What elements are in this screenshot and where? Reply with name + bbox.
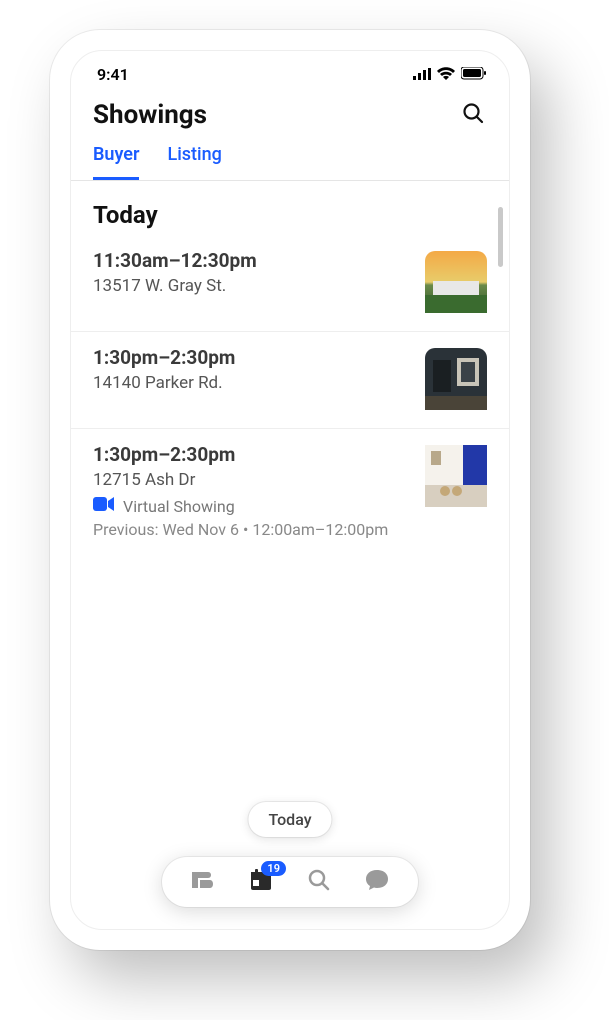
showing-time: 1:30pm–2:30pm bbox=[93, 346, 413, 369]
previous-showing: Previous: Wed Nov 6 • 12:00am–12:00pm bbox=[93, 520, 413, 539]
showing-row[interactable]: 11:30am–12:30pm 13517 W. Gray St. bbox=[71, 235, 509, 332]
page-title: Showings bbox=[93, 100, 207, 130]
nav-home[interactable] bbox=[190, 869, 216, 895]
app-screen: 9:41 Showings Buyer bbox=[70, 50, 510, 930]
showing-time: 11:30am–12:30pm bbox=[93, 249, 413, 272]
showing-row[interactable]: 1:30pm–2:30pm 14140 Parker Rd. bbox=[71, 332, 509, 429]
showing-info: 1:30pm–2:30pm 14140 Parker Rd. bbox=[93, 346, 413, 399]
cellular-icon bbox=[413, 65, 431, 84]
tab-listing[interactable]: Listing bbox=[167, 144, 221, 180]
showing-row[interactable]: 1:30pm–2:30pm 12715 Ash Dr Virtual Showi… bbox=[71, 429, 509, 557]
wifi-icon bbox=[437, 65, 455, 84]
property-thumbnail bbox=[425, 251, 487, 313]
property-thumbnail bbox=[425, 445, 487, 507]
status-icons bbox=[413, 65, 487, 84]
scroll-indicator[interactable] bbox=[498, 207, 503, 267]
virtual-showing-tag: Virtual Showing bbox=[93, 496, 413, 516]
video-icon bbox=[93, 496, 115, 516]
showing-address: 13517 W. Gray St. bbox=[93, 276, 413, 296]
search-icon bbox=[307, 868, 331, 896]
logo-icon bbox=[190, 870, 216, 894]
nav-chat[interactable] bbox=[364, 869, 390, 895]
section-header-today: Today bbox=[71, 181, 509, 235]
chat-icon bbox=[365, 869, 389, 895]
showing-info: 11:30am–12:30pm 13517 W. Gray St. bbox=[93, 249, 413, 302]
header-search-button[interactable] bbox=[459, 101, 487, 129]
showing-time: 1:30pm–2:30pm bbox=[93, 443, 413, 466]
bottom-nav: 19 bbox=[162, 857, 418, 907]
nav-search[interactable] bbox=[306, 869, 332, 895]
status-time: 9:41 bbox=[97, 65, 129, 84]
showing-address: 12715 Ash Dr bbox=[93, 470, 413, 490]
nav-calendar[interactable]: 19 bbox=[248, 869, 274, 895]
showing-address: 14140 Parker Rd. bbox=[93, 373, 413, 393]
status-bar: 9:41 bbox=[71, 51, 509, 90]
phone-frame: 9:41 Showings Buyer bbox=[50, 30, 530, 950]
tab-buyer[interactable]: Buyer bbox=[93, 144, 139, 180]
calendar-badge: 19 bbox=[261, 861, 286, 876]
showing-info: 1:30pm–2:30pm 12715 Ash Dr Virtual Showi… bbox=[93, 443, 413, 539]
battery-icon bbox=[461, 65, 487, 84]
property-thumbnail bbox=[425, 348, 487, 410]
virtual-label: Virtual Showing bbox=[123, 497, 235, 516]
today-chip-button[interactable]: Today bbox=[248, 802, 331, 837]
search-icon bbox=[461, 101, 485, 129]
app-header: Showings bbox=[71, 90, 509, 134]
tabs: Buyer Listing bbox=[71, 134, 509, 181]
